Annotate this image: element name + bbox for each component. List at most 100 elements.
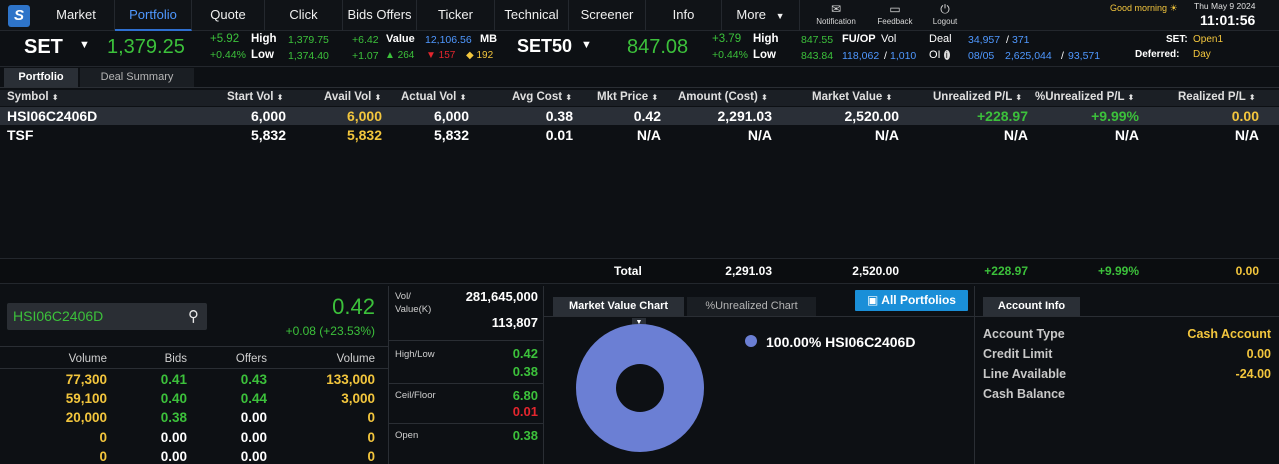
pie-slice-hsi06c2406d[interactable] xyxy=(576,324,704,452)
header-bid-volume: Volume xyxy=(68,353,107,365)
pie-chart xyxy=(576,324,704,452)
sort-icon: ⬍ xyxy=(651,93,659,102)
bid-volume[interactable]: 59,100 xyxy=(30,391,107,406)
deal-label: Deal xyxy=(929,33,952,45)
nav-screener[interactable]: Screener xyxy=(569,0,646,31)
oi-date: 08/05 xyxy=(968,50,995,62)
chevron-down-icon[interactable]: ▼ xyxy=(581,39,592,51)
table-row[interactable]: TSF 5,832 5,832 5,832 0.01 N/A N/A N/A N… xyxy=(0,126,1279,144)
all-portfolios-button[interactable]: ▣ All Portfolios xyxy=(855,290,968,311)
bid-price[interactable]: 0.38 xyxy=(120,410,187,425)
sort-icon: ⬍ xyxy=(885,93,893,102)
col-avg-cost[interactable]: Avg Cost ⬍ xyxy=(512,91,572,103)
set50-index-name[interactable]: SET50 xyxy=(517,36,572,57)
bid-volume[interactable]: 0 xyxy=(30,449,107,464)
col-realized-pl[interactable]: Realized P/L ⬍ xyxy=(1178,91,1255,103)
offer-price[interactable]: 0.44 xyxy=(200,391,267,406)
offer-price[interactable]: 0.00 xyxy=(200,410,267,425)
feedback-button[interactable]: ▭ Feedback xyxy=(870,2,920,26)
info-icon[interactable]: i xyxy=(943,50,950,60)
set-declines: ▼ 157 xyxy=(426,50,456,61)
nav-bids-offers[interactable]: Bids Offers xyxy=(343,0,417,31)
nav-quote[interactable]: Quote xyxy=(192,0,265,31)
offer-volume[interactable]: 0 xyxy=(295,449,375,464)
set-index-name[interactable]: SET xyxy=(24,36,63,59)
offer-price[interactable]: 0.43 xyxy=(200,372,267,387)
col-start-vol[interactable]: Start Vol ⬍ xyxy=(227,91,283,103)
bid-price[interactable]: 0.41 xyxy=(120,372,187,387)
set-value-label: Value xyxy=(386,33,415,45)
set-high: 1,379.75 xyxy=(288,34,329,46)
cell-avg-cost: 0.38 xyxy=(545,108,573,124)
deal-b: 371 xyxy=(1012,34,1030,46)
cell-start-vol: 6,000 xyxy=(250,108,286,124)
nav-portfolio[interactable]: Portfolio xyxy=(115,0,192,31)
cell-mkt-price: 0.42 xyxy=(633,108,661,124)
set50-change: +3.79 xyxy=(712,33,742,45)
offer-volume[interactable]: 0 xyxy=(295,410,375,425)
sort-icon: ⬍ xyxy=(1015,93,1022,102)
bid-volume[interactable]: 77,300 xyxy=(30,372,107,387)
set-index-change-pct: +0.44% xyxy=(210,49,246,61)
tab-unrealized-chart[interactable]: %Unrealized Chart xyxy=(687,297,816,316)
bid-volume[interactable]: 20,000 xyxy=(30,410,107,425)
cell-rpl: N/A xyxy=(1234,127,1259,143)
chevron-down-icon[interactable]: ▼ xyxy=(79,39,90,51)
tab-account-info[interactable]: Account Info xyxy=(983,297,1080,316)
quote-ceil: 6.80 xyxy=(512,388,538,403)
cell-upl: N/A xyxy=(1003,127,1028,143)
bid-volume[interactable]: 0 xyxy=(30,430,107,445)
bid-price[interactable]: 0.40 xyxy=(120,391,187,406)
date-label: Thu May 9 2024 xyxy=(1194,1,1256,11)
sort-icon: ⬍ xyxy=(374,93,382,102)
quote-value: 113,807 xyxy=(491,315,538,330)
nav-market[interactable]: Market xyxy=(38,0,115,31)
col-symbol[interactable]: Symbol ⬍ xyxy=(7,91,58,103)
offer-price[interactable]: 0.00 xyxy=(200,449,267,464)
sort-icon: ⬍ xyxy=(761,93,768,102)
notification-button[interactable]: ✉ Notification xyxy=(811,2,861,26)
nav-more[interactable]: More ▼ xyxy=(722,0,800,31)
offer-volume[interactable]: 3,000 xyxy=(295,391,375,406)
greeting: Good morning ☀ xyxy=(1110,3,1178,13)
col-mkt-price[interactable]: Mkt Price ⬍ xyxy=(597,91,658,103)
cell-mkt-price: N/A xyxy=(636,127,661,143)
ceilfloor-label: Ceil/Floor xyxy=(395,390,436,401)
header-offers: Offers xyxy=(235,353,267,365)
col-unrealized-pl[interactable]: Unrealized P/L ⬍ xyxy=(933,91,1022,103)
fuop-label: FU/OP xyxy=(842,33,876,45)
col-actual-vol[interactable]: Actual Vol ⬍ xyxy=(401,91,466,103)
bid-price[interactable]: 0.00 xyxy=(120,449,187,464)
nav-info[interactable]: Info xyxy=(646,0,722,31)
set-low: 1,374.40 xyxy=(288,50,329,62)
app-logo[interactable]: S xyxy=(8,5,30,27)
tab-deal-summary[interactable]: Deal Summary xyxy=(80,68,194,87)
offer-volume[interactable]: 0 xyxy=(295,430,375,445)
nav-technical[interactable]: Technical xyxy=(495,0,569,31)
symbol-search-box[interactable]: ⚲ xyxy=(7,303,207,330)
set-value-unit: MB xyxy=(480,33,498,45)
cash-balance-label: Cash Balance xyxy=(983,387,1065,401)
col-pct-unrealized-pl[interactable]: %Unrealized P/L ⬍ xyxy=(1035,91,1134,103)
col-market-value[interactable]: Market Value ⬍ xyxy=(812,91,892,103)
table-row[interactable]: HSI06C2406D 6,000 6,000 6,000 0.38 0.42 … xyxy=(0,107,1279,125)
set50-low-label: Low xyxy=(753,49,776,61)
col-amount-cost[interactable]: Amount (Cost) ⬍ xyxy=(678,91,768,103)
bid-price[interactable]: 0.00 xyxy=(120,430,187,445)
set50-low: 843.84 xyxy=(801,50,834,62)
logout-button[interactable]: ⏻ Logout xyxy=(920,2,970,26)
tab-market-value-chart[interactable]: Market Value Chart xyxy=(553,297,684,316)
offer-volume[interactable]: 133,000 xyxy=(295,372,375,387)
nav-ticker[interactable]: Ticker xyxy=(417,0,495,31)
nav-click[interactable]: Click xyxy=(265,0,343,31)
sort-icon: ⬍ xyxy=(1127,93,1135,102)
search-icon[interactable]: ⚲ xyxy=(188,307,199,325)
cell-amount: N/A xyxy=(747,127,772,143)
header-offer-volume: Volume xyxy=(336,353,375,365)
col-avail-vol[interactable]: Avail Vol ⬍ xyxy=(324,91,381,103)
tab-portfolio[interactable]: Portfolio xyxy=(4,68,78,87)
total-amount: 2,291.03 xyxy=(725,264,772,278)
symbol-search-input[interactable] xyxy=(13,308,173,324)
logout-label: Logout xyxy=(932,17,958,26)
offer-price[interactable]: 0.00 xyxy=(200,430,267,445)
